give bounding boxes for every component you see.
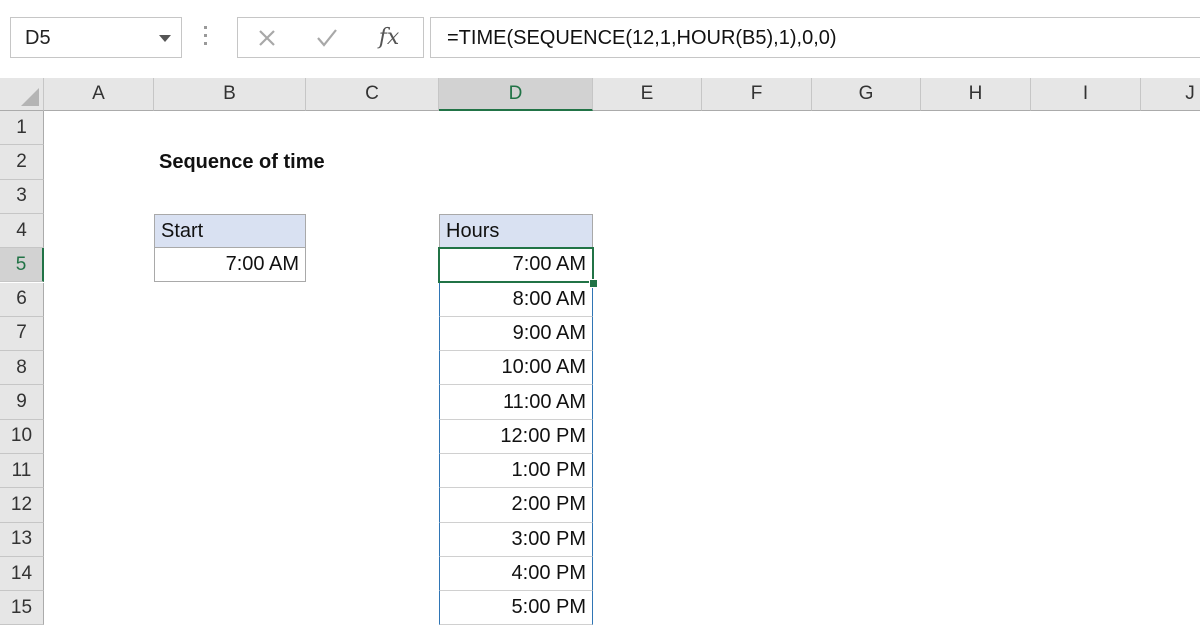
column-header-i[interactable]: I — [1031, 78, 1141, 111]
formula-bar: D5 fx =TIME(SEQUENCE(12,1,HOUR(B5),1),0,… — [0, 0, 1200, 78]
row-header-14[interactable]: 14 — [0, 556, 44, 592]
formula-text: =TIME(SEQUENCE(12,1,HOUR(B5),1),0,0) — [447, 27, 837, 49]
column-header-a[interactable]: A — [44, 78, 154, 111]
hours-cell[interactable]: 12:00 PM — [439, 419, 593, 454]
select-all-button[interactable] — [0, 78, 44, 111]
hours-header-cell[interactable]: Hours — [439, 213, 593, 249]
column-header-e[interactable]: E — [593, 78, 702, 111]
row-header-1[interactable]: 1 — [0, 111, 44, 146]
insert-function-icon[interactable]: fx — [374, 24, 404, 52]
row-header-3[interactable]: 3 — [0, 179, 44, 214]
column-header-b[interactable]: B — [154, 78, 306, 111]
formula-buttons: fx — [237, 17, 424, 58]
row-header-6[interactable]: 6 — [0, 282, 44, 317]
column-header-h[interactable]: H — [921, 78, 1031, 111]
start-header-cell[interactable]: Start — [154, 213, 306, 249]
formula-bar-grip-icon[interactable] — [203, 26, 209, 50]
sheet-title[interactable]: Sequence of time — [154, 145, 439, 179]
formula-input[interactable]: =TIME(SEQUENCE(12,1,HOUR(B5),1),0,0) — [430, 17, 1200, 58]
hours-cell[interactable]: 3:00 PM — [439, 522, 593, 557]
cancel-icon[interactable] — [252, 24, 282, 52]
row-header-11[interactable]: 11 — [0, 454, 44, 489]
hours-cell[interactable]: 1:00 PM — [439, 454, 593, 489]
name-box[interactable]: D5 — [10, 17, 182, 58]
column-header-d[interactable]: D — [439, 78, 593, 111]
row-header-13[interactable]: 13 — [0, 522, 44, 557]
cell-area[interactable]: Sequence of time Start 7:00 AM Hours 7:0… — [44, 111, 1200, 630]
row-header-8[interactable]: 8 — [0, 351, 44, 386]
name-box-dropdown-icon[interactable] — [159, 35, 171, 42]
row-header-12[interactable]: 12 — [0, 488, 44, 523]
fill-handle[interactable] — [589, 278, 598, 288]
hours-cell[interactable]: 7:00 AM — [439, 248, 593, 283]
column-header-g[interactable]: G — [812, 78, 921, 111]
row-header-4[interactable]: 4 — [0, 213, 44, 249]
row-header-15[interactable]: 15 — [0, 591, 44, 626]
name-box-value: D5 — [25, 27, 51, 49]
column-header-f[interactable]: F — [702, 78, 812, 111]
row-header-5[interactable]: 5 — [0, 248, 44, 283]
enter-check-icon[interactable] — [312, 24, 342, 52]
start-value-cell[interactable]: 7:00 AM — [154, 248, 306, 283]
row-header-9[interactable]: 9 — [0, 385, 44, 420]
column-header-c[interactable]: C — [306, 78, 439, 111]
row-header-10[interactable]: 10 — [0, 419, 44, 454]
row-header-7[interactable]: 7 — [0, 316, 44, 352]
hours-cell[interactable]: 10:00 AM — [439, 351, 593, 386]
worksheet-grid: ABCDEFGHIJ 1 2 3 4 5 6 7 8 9 10 11 12 13 14 15 Sequenc… — [0, 78, 1200, 630]
select-all-icon — [21, 88, 39, 106]
hours-cell[interactable]: 11:00 AM — [439, 385, 593, 420]
hours-cell[interactable]: 5:00 PM — [439, 591, 593, 626]
hours-cell[interactable]: 8:00 AM — [439, 282, 593, 317]
hours-cell[interactable]: 4:00 PM — [439, 556, 593, 592]
hours-cell[interactable]: 2:00 PM — [439, 488, 593, 523]
row-header-2[interactable]: 2 — [0, 145, 44, 180]
hours-cell[interactable]: 9:00 AM — [439, 316, 593, 352]
column-header-j[interactable]: J — [1141, 78, 1200, 111]
